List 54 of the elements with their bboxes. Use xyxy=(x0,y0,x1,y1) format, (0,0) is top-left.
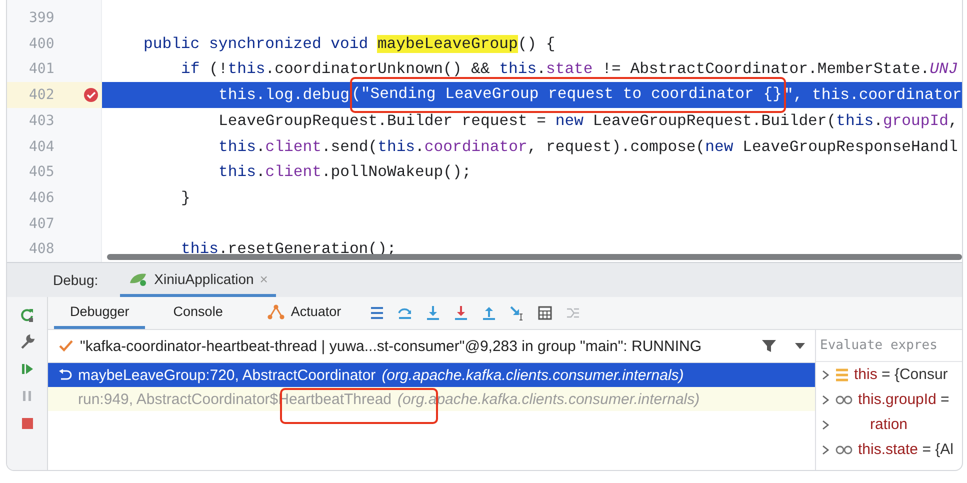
variable[interactable]: this.groupId = xyxy=(858,391,950,408)
line-number: 403 xyxy=(29,112,56,129)
calculator-icon[interactable] xyxy=(537,305,554,321)
code-text: ", this.coordinator xyxy=(784,86,962,104)
stop-icon[interactable] xyxy=(19,415,35,431)
variable[interactable]: this.state = {Al xyxy=(858,441,954,458)
run-to-cursor-icon[interactable] xyxy=(509,305,526,321)
highlighted-code: ("Sending LeaveGroup request to coordinator {} xyxy=(350,77,786,114)
breakpoint-icon[interactable] xyxy=(82,87,98,104)
code-line: } xyxy=(181,188,190,207)
dropdown-icon[interactable] xyxy=(795,343,805,349)
thread-selector[interactable]: "kafka-coordinator-heartbeat-thread | yuwa...st-consumer"@9,283 in group "main": RUNNING xyxy=(80,338,702,354)
step-out-icon[interactable] xyxy=(481,305,498,321)
chevron-icon[interactable] xyxy=(822,394,830,404)
rerun-icon[interactable] xyxy=(19,307,35,323)
watch-icon xyxy=(835,444,853,454)
watch-icon xyxy=(835,394,853,404)
resume-icon[interactable] xyxy=(19,361,35,377)
line-number: 408 xyxy=(29,241,56,258)
code-line: this.client.send(this.coordinator, request).compose(new LeaveGroupResponseHandl xyxy=(218,138,958,156)
variable[interactable]: this = {Consur xyxy=(854,366,948,383)
panel-tab[interactable]: Actuator xyxy=(250,297,358,329)
list-icon[interactable] xyxy=(369,305,386,321)
panel-tab[interactable]: Console xyxy=(157,297,239,329)
line-number: 400 xyxy=(29,36,56,52)
filter-icon[interactable] xyxy=(761,338,777,354)
object-icon xyxy=(835,368,849,382)
line-number: 405 xyxy=(29,164,56,180)
chevron-icon[interactable] xyxy=(822,370,830,380)
chevron-icon[interactable] xyxy=(822,420,830,430)
panel-tab[interactable]: Debugger xyxy=(54,297,146,329)
code-line: this.resetGeneration(); xyxy=(181,240,396,258)
step-into-icon[interactable] xyxy=(425,305,442,321)
code-line: LeaveGroupRequest.Builder request = new LeaveGroupRequest.Builder(this.groupId, xyxy=(218,112,958,130)
code-line: if (!this.coordinatorUnknown() && this.state != AbstractCoordinator.MemberState.UNJ xyxy=(181,60,958,78)
check-icon xyxy=(58,339,74,353)
code-text: this.log.debug xyxy=(218,86,350,104)
code-line: public synchronized void maybeLeaveGroup() { xyxy=(144,34,556,52)
scrollbar[interactable] xyxy=(107,254,962,260)
line-number: 402 xyxy=(29,87,56,104)
wrench-icon[interactable] xyxy=(19,334,35,350)
line-number: 399 xyxy=(29,10,56,26)
stack-frame[interactable]: maybeLeaveGroup:720, AbstractCoordinator (org.apache.kafka.clients.consumer.internals) xyxy=(48,363,815,387)
force-step-into-icon[interactable] xyxy=(453,305,470,321)
actuator-icon xyxy=(266,304,285,320)
line-number: 407 xyxy=(29,216,56,232)
code-line: this.client.pollNoWakeup(); xyxy=(218,163,472,182)
line-number: 401 xyxy=(29,61,56,78)
return-icon xyxy=(58,369,72,381)
line-number: 404 xyxy=(29,138,56,155)
variable[interactable]: ration xyxy=(870,416,908,433)
panel-title: Debug: xyxy=(53,272,98,288)
line-number: 406 xyxy=(29,190,56,206)
chevron-icon[interactable] xyxy=(822,444,830,454)
